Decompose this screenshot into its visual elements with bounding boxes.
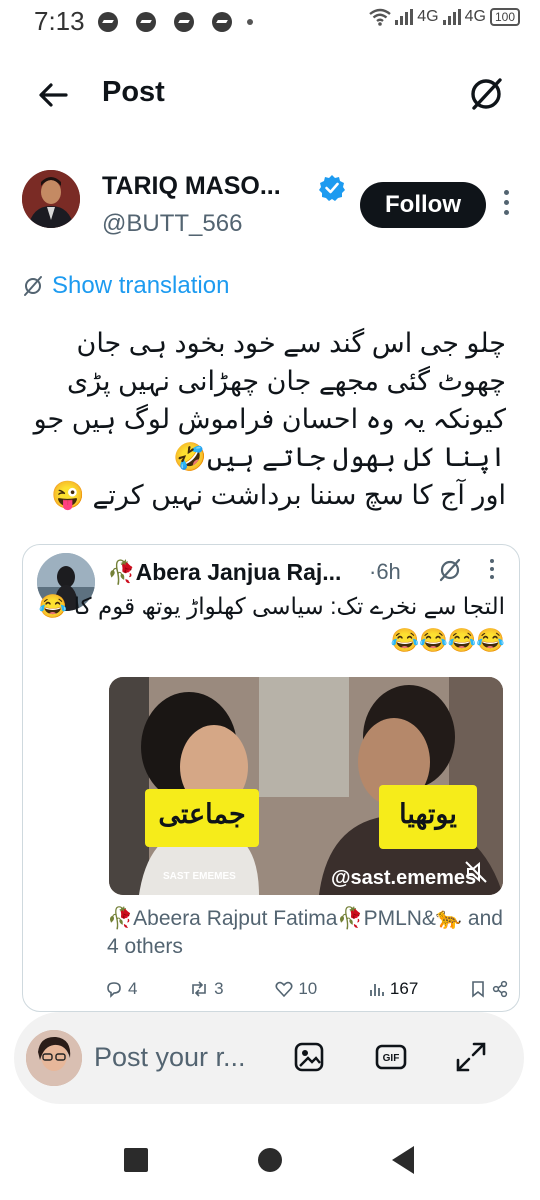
verified-badge-icon bbox=[319, 175, 345, 201]
user-avatar bbox=[26, 1030, 82, 1086]
messenger-icon bbox=[174, 12, 194, 32]
show-translation-label: Show translation bbox=[52, 272, 230, 299]
views-count: 167 bbox=[389, 979, 419, 998]
more-options-icon[interactable] bbox=[500, 190, 512, 224]
signal-icon bbox=[442, 9, 461, 25]
reply-compose-bar[interactable]: Post your r... GIF bbox=[14, 1012, 524, 1104]
messenger-icon bbox=[212, 12, 232, 32]
quoted-video[interactable]: جماعتی یوتھیا SAST EMEMES @sast.ememes bbox=[109, 677, 503, 895]
repost-metric[interactable]: 3 bbox=[189, 979, 224, 999]
like-metric[interactable]: 10 bbox=[275, 979, 317, 999]
share-actions[interactable] bbox=[470, 979, 509, 999]
bookmark-icon[interactable] bbox=[470, 980, 486, 998]
network-label: 4G bbox=[464, 8, 486, 25]
messenger-icon bbox=[98, 12, 118, 32]
grok-icon[interactable] bbox=[466, 74, 506, 114]
battery-icon: 100 bbox=[489, 8, 520, 26]
quoted-metrics-row: 4 3 10 167 bbox=[105, 979, 509, 999]
reply-icon bbox=[107, 982, 121, 998]
image-icon[interactable] bbox=[292, 1040, 326, 1074]
notification-dot-icon bbox=[247, 19, 253, 25]
heart-icon bbox=[275, 981, 293, 998]
post-body-line: کیونکہ یہ وہ احسان فراموش لوگ ہیں جو bbox=[33, 404, 506, 434]
back-arrow-icon[interactable] bbox=[36, 78, 70, 112]
quoted-post-card[interactable]: 🥀Abera Janjua Raj... ·6h التجا سے نخرے ت… bbox=[22, 544, 520, 1012]
more-options-icon[interactable] bbox=[489, 559, 495, 585]
repost-icon bbox=[192, 981, 206, 997]
gif-icon[interactable]: GIF bbox=[374, 1040, 408, 1074]
network-label: 4G bbox=[417, 8, 439, 25]
video-watermark-small: SAST EMEMES bbox=[163, 871, 236, 882]
post-body-line: چھوٹ گئی مجھے جان چھڑانی نہیں پڑی bbox=[66, 366, 506, 396]
views-metric[interactable]: 167 bbox=[369, 979, 418, 999]
quoted-author-name[interactable]: 🥀Abera Janjua Raj... bbox=[107, 559, 341, 586]
svg-text:GIF: GIF bbox=[383, 1053, 400, 1064]
mute-icon[interactable] bbox=[463, 859, 489, 885]
post-body-line: اور آج کا سچ سننا برداشت نہیں کرتے 😜 bbox=[51, 480, 506, 510]
status-time: 7:13 bbox=[34, 6, 85, 36]
translate-icon[interactable] bbox=[437, 557, 463, 583]
video-label-right-text: یوتھیا bbox=[399, 799, 457, 829]
share-icon[interactable] bbox=[491, 980, 509, 998]
home-icon[interactable] bbox=[258, 1148, 282, 1172]
video-label-left-text: جماعتی bbox=[158, 799, 246, 829]
messenger-icon bbox=[136, 12, 156, 32]
reply-input[interactable]: Post your r... bbox=[94, 1042, 246, 1073]
like-count: 10 bbox=[298, 979, 318, 998]
author-handle[interactable]: @BUTT_566 bbox=[102, 210, 242, 238]
reply-count: 4 bbox=[128, 979, 138, 998]
views-icon bbox=[370, 984, 384, 996]
post-body: چلو جی اس گند سے خود بخود ہی جان چھوٹ گئ… bbox=[16, 324, 506, 514]
quoted-post-time: ·6h bbox=[369, 559, 401, 584]
status-right: 4G 4G 100 bbox=[369, 8, 520, 26]
wifi-icon bbox=[369, 8, 392, 26]
show-translation-link[interactable]: Show translation bbox=[22, 272, 229, 300]
page-title: Post bbox=[102, 76, 165, 108]
author-avatar[interactable] bbox=[22, 170, 80, 228]
status-bar: 7:13 4G 4G 100 bbox=[0, 0, 540, 44]
back-icon[interactable] bbox=[392, 1146, 414, 1174]
quoted-post-text: التجا سے نخرے تک: سیاسی کھلواڑ یوتھ قوم … bbox=[38, 593, 505, 653]
signal-icon bbox=[395, 9, 414, 25]
expand-icon[interactable] bbox=[454, 1040, 488, 1074]
quoted-replying-to[interactable]: 🥀Abeera Rajput Fatima🥀PMLN&🐆 and 4 other… bbox=[107, 905, 507, 961]
post-body-line: اپنا کل بھول جاتے ہیں🤣 bbox=[173, 442, 506, 472]
repost-count: 3 bbox=[214, 979, 224, 998]
author-name[interactable]: TARIQ MASO... bbox=[102, 172, 281, 201]
follow-button[interactable]: Follow bbox=[360, 182, 486, 228]
video-watermark: @sast.ememes bbox=[331, 867, 477, 889]
reply-metric[interactable]: 4 bbox=[105, 979, 137, 999]
translate-icon bbox=[24, 276, 42, 296]
recents-icon[interactable] bbox=[124, 1148, 148, 1172]
post-body-line: چلو جی اس گند سے خود بخود ہی جان bbox=[76, 328, 506, 358]
